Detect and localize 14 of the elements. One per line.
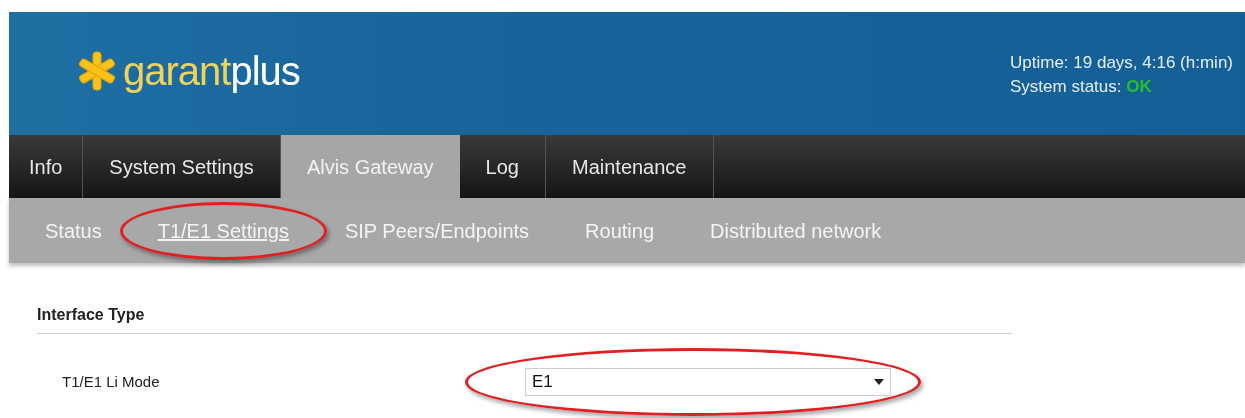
dropdown-caret-icon	[874, 379, 884, 385]
field-label: T1/E1 Li Mode	[61, 371, 161, 392]
subnav-link[interactable]: Routing	[577, 215, 663, 246]
asterisk-logo-icon	[77, 50, 117, 91]
subnav-link[interactable]: SIP Peers/Endpoints	[336, 215, 538, 246]
nav-tab[interactable]: Alvis Gateway	[280, 135, 460, 198]
section-title: Interface Type	[37, 303, 1012, 334]
uptime-text: Uptime: 19 days, 4:16 (h:min)	[1010, 51, 1233, 74]
system-status-text: System status: OK	[1010, 75, 1153, 98]
subnav-link[interactable]: Status	[37, 215, 110, 246]
subnav-link[interactable]: T1/E1 Settings	[149, 215, 297, 246]
subnav-link[interactable]: Distributed network	[702, 215, 890, 246]
mode-select[interactable]: E1	[525, 368, 891, 396]
brand-logo-text: garantplus	[123, 50, 300, 91]
